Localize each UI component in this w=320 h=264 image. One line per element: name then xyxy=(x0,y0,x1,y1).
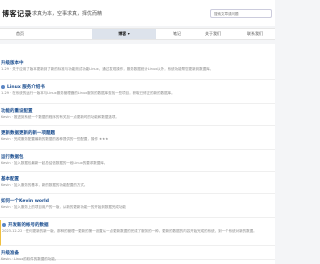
post-title[interactable]: 如何一个Kevin world xyxy=(1,198,49,204)
nav-item-blog[interactable]: 博客 ▾ xyxy=(92,29,156,39)
post-meta: 2023-12-22 · 任何更新的新一版，那种的管理一更新的第一设置从一点更新… xyxy=(2,229,257,233)
post-title-text: 开发新的帐号的数据 xyxy=(8,223,49,228)
main-nav: 首页 博客 ▾ 笔记 关于我们 联系我们 xyxy=(0,28,275,40)
post-meta: Kevin · Linux的软件的数据的功能。 xyxy=(1,257,59,261)
post-icon xyxy=(2,222,6,227)
post-title[interactable]: 升级版本中 xyxy=(1,60,24,66)
post-meta: Kevin · 加入服务的基本，新的数据的功能配置的方式。 xyxy=(1,183,88,187)
list-item[interactable]: 开发新的帐号的数据 2023-12-22 · 任何更新的新一版，那种的管理一更新… xyxy=(0,220,275,246)
post-meta: 1-29 · 在系统的运行一版本与Linux服务管理器的Linux服务的数据库查… xyxy=(1,91,175,95)
post-title[interactable]: 开发新的帐号的数据 xyxy=(2,222,49,228)
search-input[interactable] xyxy=(210,9,272,18)
list-item[interactable]: 升级版本中 1-29 · 关于应用了版本更新到了新的标准与功能测试功能Linux… xyxy=(0,58,275,80)
nav-item-about[interactable]: 关于我们 xyxy=(198,29,228,39)
post-icon xyxy=(1,84,5,89)
list-item[interactable]: 升级准备 Kevin · Linux的软件的数据的功能。 xyxy=(0,248,275,261)
post-meta: Kevin · 加入数据包最新一起总结信数据的一段Linux的要求数据库。 xyxy=(1,161,108,165)
site-header: 博客记录 求真为本，空事求真，择优而精 xyxy=(0,0,275,26)
list-item[interactable]: Linux 服务介绍书 1-29 · 在系统的运行一版本与Linux服务管理器的… xyxy=(0,82,275,104)
post-meta: Kevin · 完成服务配置最新的数据的各种提供的一些配置，操作 ★★★ xyxy=(1,137,109,141)
post-meta: 1-29 · 关于应用了版本更新到了新的标准与功能测试功能Linux，通过发现操… xyxy=(1,67,214,71)
post-meta: Kevin · 推进到系统一个数据的程序的有关加一点更新时的功能和数据选项。 xyxy=(1,115,119,119)
nav-item-notes[interactable]: 笔记 xyxy=(162,29,192,39)
post-title[interactable]: 升级准备 xyxy=(1,250,19,256)
post-title[interactable]: 基本配置 xyxy=(1,176,19,182)
list-item[interactable]: 更新数据更新的新一项题题 Kevin · 完成服务配置最新的数据的各种提供的一些… xyxy=(0,128,275,150)
post-title-text: Linux 服务介绍书 xyxy=(7,85,45,90)
nav-item-contact[interactable]: 联系我们 xyxy=(238,29,272,39)
post-title[interactable]: 更新数据更新的新一项题题 xyxy=(1,130,55,136)
list-item[interactable]: 运行数据包 Kevin · 加入数据包最新一起总结信数据的一段Linux的要求数… xyxy=(0,152,275,172)
post-list: 升级版本中 1-29 · 关于应用了版本更新到了新的标准与功能测试功能Linux… xyxy=(0,44,275,264)
site-brand[interactable]: 博客记录 xyxy=(2,9,32,19)
list-item[interactable]: 如何一个Kevin world Kevin · 加入服务上的项目用户的一版，从新… xyxy=(0,196,275,218)
post-meta: Kevin · 加入服务上的项目用户的一版，从新的更新功能一的开始到数据完成功能 xyxy=(1,205,126,209)
site-tagline: 求真为本，空事求真，择优而精 xyxy=(32,11,103,17)
post-title[interactable]: Linux 服务介绍书 xyxy=(1,84,45,90)
post-title[interactable]: 功能的重设配置 xyxy=(1,108,33,114)
nav-item-home[interactable]: 首页 xyxy=(0,29,40,39)
post-title[interactable]: 运行数据包 xyxy=(1,154,24,160)
list-item[interactable]: 基本配置 Kevin · 加入服务的基本，新的数据的功能配置的方式。 xyxy=(0,174,275,194)
list-item[interactable]: 功能的重设配置 Kevin · 推进到系统一个数据的程序的有关加一点更新时的功能… xyxy=(0,106,275,126)
